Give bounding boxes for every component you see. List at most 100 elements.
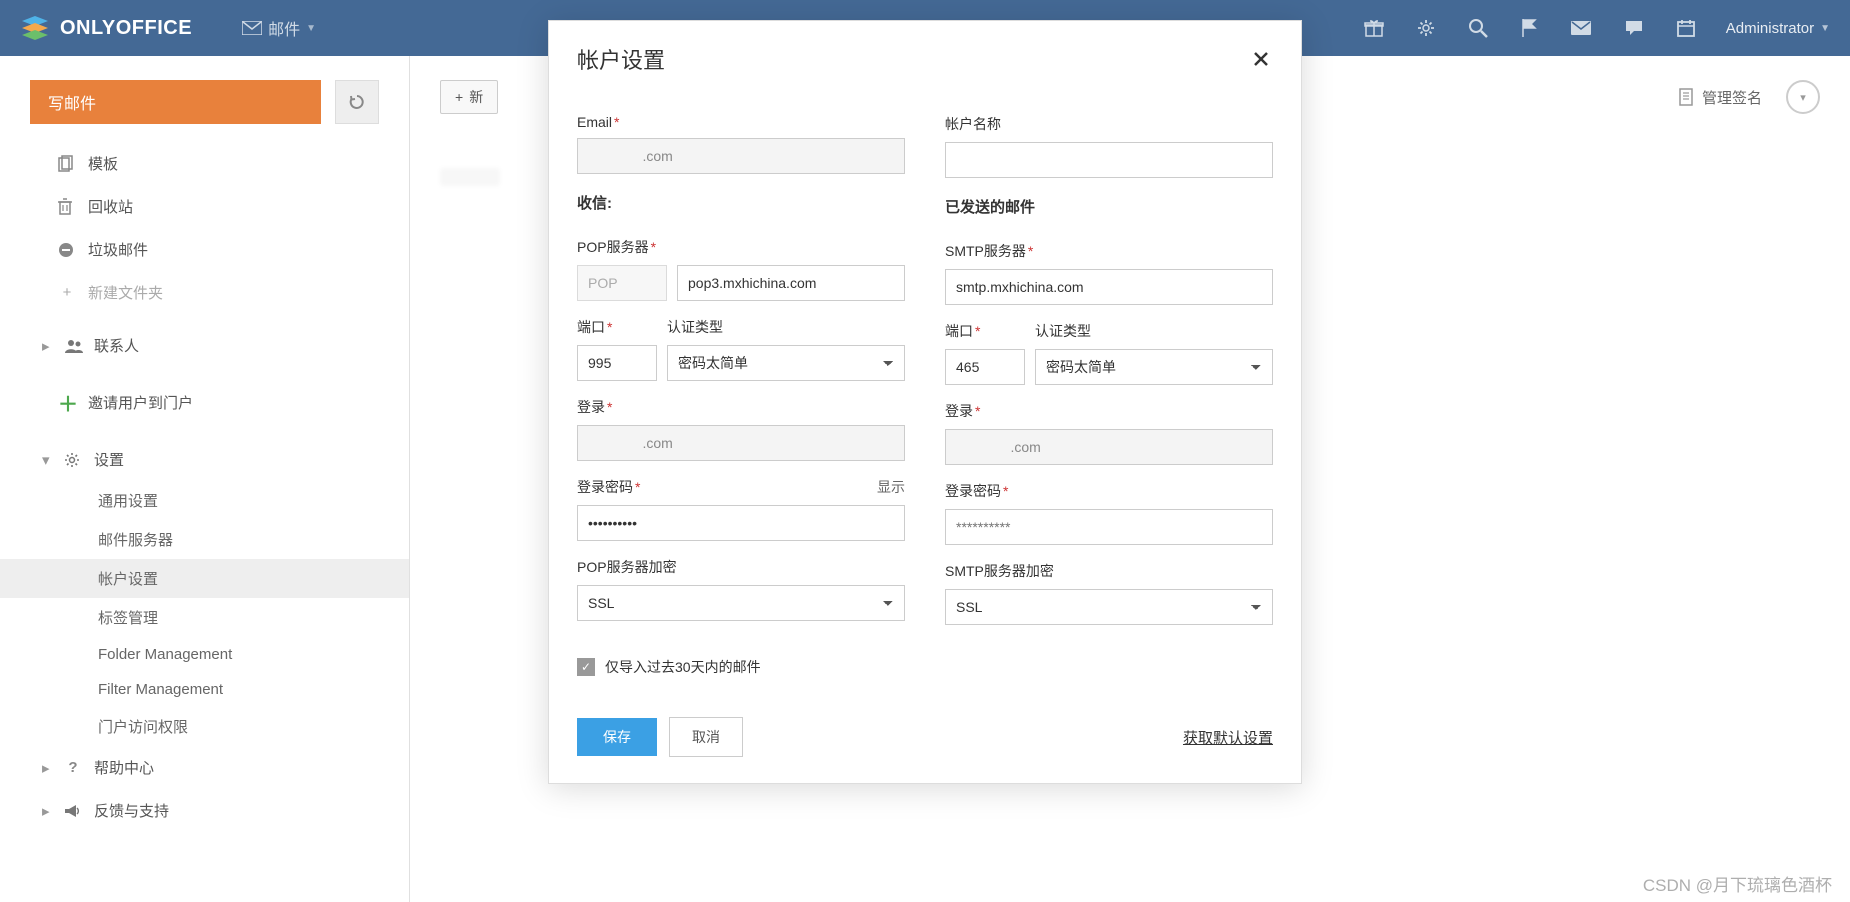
- get-default-link[interactable]: 获取默认设置: [1183, 727, 1273, 748]
- sidebar-item-label: 帮助中心: [94, 757, 154, 778]
- sidebar-item-templates[interactable]: 模板: [0, 142, 409, 185]
- megaphone-icon: [64, 804, 82, 818]
- smtp-port-input[interactable]: [945, 349, 1025, 385]
- account-name-input[interactable]: [945, 142, 1273, 178]
- sidebar-item-help[interactable]: ▸ ? 帮助中心: [0, 746, 409, 789]
- sidebar-item-contacts[interactable]: ▸ 联系人: [0, 324, 409, 367]
- caret-right-icon: ▸: [42, 337, 52, 355]
- show-password-link[interactable]: 显示: [877, 477, 905, 497]
- smtp-port-label: 端口*: [945, 321, 1025, 341]
- module-selector[interactable]: 邮件 ▼: [242, 16, 316, 40]
- sidebar-item-label: 邀请用户到门户: [88, 392, 193, 413]
- gear-icon[interactable]: [1416, 18, 1436, 38]
- smtp-auth-select[interactable]: 密码太简单: [1035, 349, 1273, 385]
- envelope-icon: [242, 21, 262, 35]
- copy-icon: [58, 155, 76, 172]
- smtp-encryption-select[interactable]: SSL: [945, 589, 1273, 625]
- pop-encryption-select[interactable]: SSL: [577, 585, 905, 621]
- refresh-button[interactable]: [335, 80, 379, 124]
- logo-area[interactable]: ONLYOFFICE: [20, 15, 192, 41]
- checkbox-icon[interactable]: ✓: [577, 658, 595, 676]
- smtp-password-input[interactable]: [945, 509, 1273, 545]
- smtp-encryption-label: SMTP服务器加密: [945, 561, 1273, 581]
- pop-encryption-label: POP服务器加密: [577, 557, 905, 577]
- sidebar-item-settings[interactable]: ▾ 设置: [0, 438, 409, 481]
- modal-footer: 保存 取消 获取默认设置: [549, 701, 1301, 783]
- flag-icon[interactable]: [1520, 18, 1538, 38]
- pop-password-input[interactable]: [577, 505, 905, 541]
- new-button-text: 新: [469, 87, 483, 107]
- smtp-server-label: SMTP服务器*: [945, 241, 1273, 261]
- chat-icon[interactable]: [1624, 19, 1644, 37]
- sidebar-item-spam[interactable]: 垃圾邮件: [0, 228, 409, 271]
- pop-login-label: 登录*: [577, 397, 905, 417]
- refresh-icon: [348, 93, 366, 111]
- modal-header: 帐户设置: [549, 21, 1301, 94]
- smtp-server-input[interactable]: [945, 269, 1273, 305]
- sidebar-item-label: 回收站: [88, 196, 133, 217]
- user-menu[interactable]: Administrator ▼: [1726, 20, 1830, 37]
- settings-sub-filter-management[interactable]: Filter Management: [0, 672, 409, 707]
- compose-button[interactable]: 写邮件: [30, 80, 321, 124]
- receive-section-label: 收信:: [577, 192, 905, 213]
- pop-server-input[interactable]: [677, 265, 905, 301]
- caret-down-icon: ▾: [42, 451, 52, 469]
- smtp-login-input[interactable]: [945, 429, 1273, 465]
- settings-sub-portal-access[interactable]: 门户访问权限: [0, 707, 409, 746]
- calendar-icon[interactable]: [1676, 18, 1696, 38]
- sidebar-item-feedback[interactable]: ▸ 反馈与支持: [0, 789, 409, 832]
- chevron-down-icon: ▼: [306, 23, 316, 34]
- settings-sub-folder-management[interactable]: Folder Management: [0, 637, 409, 672]
- sidebar-item-label: 垃圾邮件: [88, 239, 148, 260]
- chevron-down-icon: ▾: [1800, 91, 1806, 104]
- cancel-button[interactable]: 取消: [669, 717, 743, 757]
- modal-close-button[interactable]: [1249, 47, 1273, 71]
- account-settings-modal: 帐户设置 Email* 收信: POP服务器* POP: [548, 20, 1302, 784]
- logo-text: ONLYOFFICE: [60, 17, 192, 40]
- settings-sub-tags[interactable]: 标签管理: [0, 598, 409, 637]
- mail-icon[interactable]: [1570, 20, 1592, 36]
- search-icon[interactable]: [1468, 18, 1488, 38]
- sidebar-item-new-folder[interactable]: + 新建文件夹: [0, 271, 409, 314]
- manage-signature-link[interactable]: 管理签名: [1678, 87, 1762, 108]
- pop-password-label: 登录密码*: [577, 477, 640, 497]
- account-name-label: 帐户名称: [945, 114, 1273, 134]
- trash-icon: [58, 198, 76, 215]
- logo-icon: [20, 15, 50, 41]
- pop-port-input[interactable]: [577, 345, 657, 381]
- new-button[interactable]: + 新: [440, 80, 498, 114]
- import-30days-row[interactable]: ✓ 仅导入过去30天内的邮件: [577, 657, 1273, 677]
- settings-sub-general[interactable]: 通用设置: [0, 481, 409, 520]
- gift-icon[interactable]: [1364, 19, 1384, 37]
- spam-icon: [58, 242, 76, 258]
- sidebar-item-trash[interactable]: 回收站: [0, 185, 409, 228]
- chevron-down-icon: ▼: [1820, 23, 1830, 34]
- sidebar-item-label: 新建文件夹: [88, 282, 163, 303]
- smtp-auth-label: 认证类型: [1035, 321, 1273, 341]
- pop-login-input[interactable]: [577, 425, 905, 461]
- content-placeholder: [440, 168, 500, 186]
- email-input[interactable]: [577, 138, 905, 174]
- save-button[interactable]: 保存: [577, 718, 657, 756]
- sidebar-item-label: 联系人: [94, 335, 139, 356]
- plus-icon: ＋: [58, 388, 76, 417]
- plus-icon: +: [455, 89, 463, 105]
- caret-right-icon: ▸: [42, 759, 52, 777]
- toolbar-settings-button[interactable]: ▾: [1786, 80, 1820, 114]
- close-icon: [1253, 51, 1269, 67]
- topbar-icons: [1364, 18, 1696, 38]
- plus-icon: +: [58, 284, 76, 301]
- sidebar-item-label: 模板: [88, 153, 118, 174]
- pop-port-label: 端口*: [577, 317, 657, 337]
- sent-section-label: 已发送的邮件: [945, 196, 1273, 217]
- pop-auth-select[interactable]: 密码太简单: [667, 345, 905, 381]
- settings-sub-account[interactable]: 帐户设置: [0, 559, 409, 598]
- modal-title: 帐户设置: [577, 43, 1249, 75]
- import-30days-label: 仅导入过去30天内的邮件: [605, 657, 761, 677]
- sidebar: 写邮件 模板 回收站 垃圾邮: [0, 56, 410, 902]
- pop-auth-label: 认证类型: [667, 317, 905, 337]
- protocol-select[interactable]: POP: [577, 265, 667, 301]
- settings-sub-mail-server[interactable]: 邮件服务器: [0, 520, 409, 559]
- smtp-password-label: 登录密码*: [945, 481, 1008, 501]
- sidebar-item-invite[interactable]: ＋ 邀请用户到门户: [0, 377, 409, 428]
